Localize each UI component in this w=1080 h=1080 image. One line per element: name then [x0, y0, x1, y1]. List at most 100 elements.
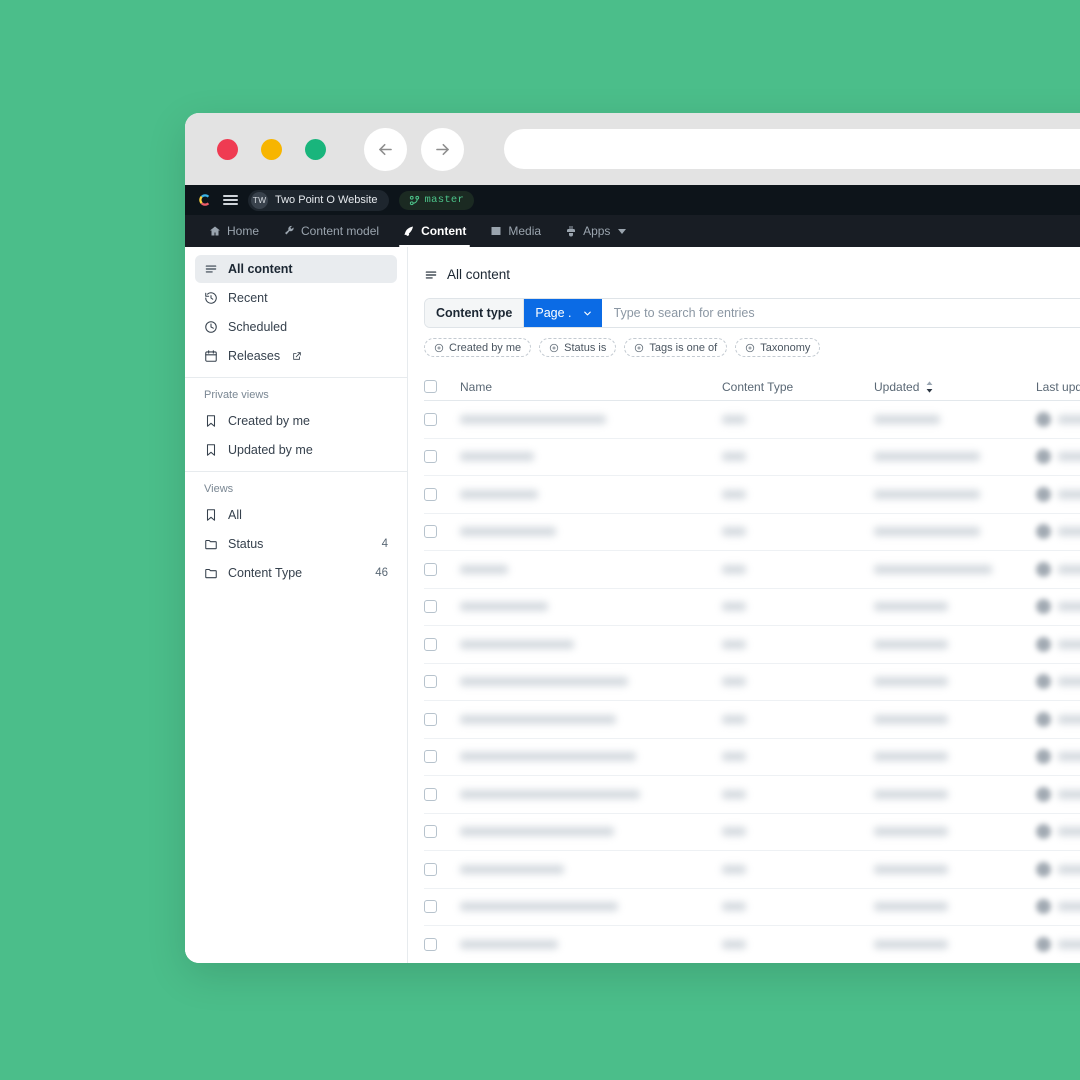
- external-link-icon: [293, 352, 301, 360]
- column-header-content-type[interactable]: Content Type: [722, 380, 874, 394]
- row-checkbox[interactable]: [424, 637, 437, 651]
- row-checkbox[interactable]: [424, 862, 437, 876]
- content-type-filter-value[interactable]: Page .: [524, 299, 602, 327]
- row-checkbox[interactable]: [424, 825, 437, 839]
- sidebar-item-label: All: [228, 508, 242, 522]
- cell-name: [460, 410, 722, 428]
- row-checkbox[interactable]: [424, 675, 437, 689]
- table-row[interactable]: [424, 664, 1080, 701]
- arrow-left-icon: [379, 143, 392, 155]
- table-row[interactable]: [424, 926, 1080, 963]
- cell-name: [460, 523, 722, 541]
- row-select-cell: [424, 637, 460, 651]
- table-row[interactable]: [424, 476, 1080, 514]
- branch-selector[interactable]: master: [398, 190, 475, 210]
- filter-chip-created-by-me[interactable]: Created by me: [424, 338, 532, 357]
- cell-last-updated-by: [1036, 636, 1080, 652]
- table-row[interactable]: [424, 514, 1080, 551]
- sidebar-item-recent[interactable]: Recent: [195, 284, 397, 312]
- redacted-value: [1058, 602, 1080, 612]
- bookmark-icon: [206, 444, 216, 456]
- table-row[interactable]: [424, 589, 1080, 626]
- table-row[interactable]: [424, 776, 1080, 814]
- row-checkbox[interactable]: [424, 750, 437, 764]
- redacted-value: [460, 489, 538, 499]
- traffic-lights: [217, 138, 326, 160]
- search-input[interactable]: [601, 299, 1080, 327]
- redacted-value: [1058, 489, 1080, 499]
- cell-content-type: [722, 710, 874, 728]
- sidebar-item-status[interactable]: Status 4: [195, 530, 397, 558]
- menu-button[interactable]: [223, 194, 238, 206]
- browser-window: TW Two Point O Website master Home Conte…: [185, 113, 1080, 963]
- sidebar-item-updated-by-me[interactable]: Updated by me: [195, 436, 397, 464]
- row-checkbox[interactable]: [424, 450, 437, 464]
- cell-content-type: [722, 410, 874, 428]
- table-row[interactable]: [424, 814, 1080, 851]
- sort-arrows-icon: [926, 380, 933, 393]
- table-row[interactable]: [424, 551, 1080, 589]
- redacted-value: [460, 902, 618, 912]
- filter-chip-taxonomy[interactable]: Taxonomy: [735, 338, 821, 357]
- table-row[interactable]: [424, 401, 1080, 439]
- row-checkbox[interactable]: [424, 712, 437, 726]
- cell-name: [460, 898, 722, 916]
- redacted-value: [1058, 564, 1080, 574]
- author-wrap: [1036, 749, 1080, 765]
- table-row[interactable]: [424, 439, 1080, 476]
- column-header-name[interactable]: Name: [460, 380, 722, 394]
- row-checkbox[interactable]: [424, 937, 437, 951]
- column-header-updated[interactable]: Updated: [874, 380, 1036, 394]
- row-checkbox[interactable]: [424, 600, 437, 614]
- redacted-value: [722, 939, 746, 949]
- cell-last-updated-by: [1036, 711, 1080, 727]
- row-checkbox[interactable]: [424, 487, 437, 501]
- url-input[interactable]: [504, 129, 1080, 169]
- sidebar-item-scheduled[interactable]: Scheduled: [195, 313, 397, 341]
- select-all-checkbox[interactable]: [424, 380, 437, 393]
- column-header-last-updated-by[interactable]: Last updated by: [1036, 380, 1080, 394]
- forward-button[interactable]: [421, 127, 464, 171]
- filter-chip-tags-is-one-of[interactable]: Tags is one of: [624, 338, 728, 357]
- sidebar-item-content-type[interactable]: Content Type 46: [195, 559, 397, 587]
- row-select-cell: [424, 787, 460, 801]
- filter-chip-status-is[interactable]: Status is: [539, 338, 617, 357]
- cell-name: [460, 560, 722, 578]
- row-checkbox[interactable]: [424, 525, 437, 539]
- nav-item-home[interactable]: Home: [197, 215, 271, 247]
- row-checkbox[interactable]: [424, 787, 437, 801]
- table-row[interactable]: [424, 851, 1080, 889]
- nav-item-content-model[interactable]: Content model: [271, 215, 391, 247]
- row-select-cell: [424, 750, 460, 764]
- row-checkbox[interactable]: [424, 562, 437, 576]
- sidebar-item-all[interactable]: All: [195, 501, 397, 529]
- back-button[interactable]: [364, 127, 407, 171]
- table-row[interactable]: [424, 626, 1080, 664]
- sidebar-item-releases[interactable]: Releases: [195, 342, 397, 370]
- sidebar-item-all-content[interactable]: All content: [195, 255, 397, 283]
- table-row[interactable]: [424, 701, 1080, 739]
- list-icon: [425, 271, 437, 278]
- nav-item-apps[interactable]: Apps: [553, 215, 638, 247]
- minimize-window-button[interactable]: [261, 138, 282, 160]
- author-wrap: [1036, 524, 1080, 540]
- redacted-value: [1058, 939, 1080, 949]
- filter-chip-label: Taxonomy: [760, 341, 811, 354]
- sidebar-item-created-by-me[interactable]: Created by me: [195, 407, 397, 435]
- page-title: All content: [424, 267, 1080, 282]
- row-checkbox[interactable]: [424, 412, 437, 426]
- space-selector[interactable]: TW Two Point O Website: [248, 189, 389, 211]
- cell-last-updated-by: [1036, 599, 1080, 615]
- cell-updated: [874, 602, 1036, 612]
- nav-item-label: Content model: [301, 224, 380, 238]
- maximize-window-button[interactable]: [305, 138, 326, 160]
- cell-last-updated-by: [1036, 411, 1080, 427]
- avatar: [1036, 411, 1051, 427]
- nav-item-content[interactable]: Content: [391, 215, 478, 247]
- close-window-button[interactable]: [217, 138, 238, 160]
- table-row[interactable]: [424, 739, 1080, 776]
- redacted-value: [722, 789, 746, 799]
- nav-item-media[interactable]: Media: [478, 215, 553, 247]
- table-row[interactable]: [424, 889, 1080, 926]
- row-checkbox[interactable]: [424, 900, 437, 914]
